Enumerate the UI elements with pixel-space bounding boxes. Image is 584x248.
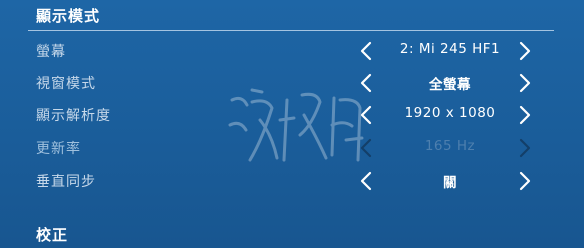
watermark-logo: [222, 80, 372, 180]
chevron-right-icon[interactable]: [514, 103, 536, 127]
calibration-heading: 校正: [36, 226, 69, 244]
setting-value: 2: Mi 245 HF1: [399, 41, 501, 57]
chevron-right-icon[interactable]: [514, 136, 536, 160]
setting-label: 更新率: [36, 141, 81, 157]
setting-label: 視窗模式: [36, 76, 96, 92]
setting-value: 165 Hz: [424, 138, 476, 154]
chevron-right-icon[interactable]: [514, 169, 536, 193]
heading-divider: [28, 30, 554, 31]
chevron-left-icon[interactable]: [355, 39, 377, 63]
setting-label: 顯示解析度: [36, 108, 111, 124]
setting-value: 1920 x 1080: [404, 105, 496, 121]
chevron-right-icon[interactable]: [514, 71, 536, 95]
setting-label: 垂直同步: [36, 174, 96, 190]
setting-row-monitor: 螢幕 2: Mi 245 HF1: [0, 36, 584, 66]
setting-value: 全螢幕: [429, 77, 471, 93]
chevron-right-icon[interactable]: [514, 39, 536, 63]
setting-label: 螢幕: [36, 44, 66, 60]
display-mode-heading: 顯示模式: [36, 7, 101, 25]
setting-value: 關: [443, 175, 457, 191]
